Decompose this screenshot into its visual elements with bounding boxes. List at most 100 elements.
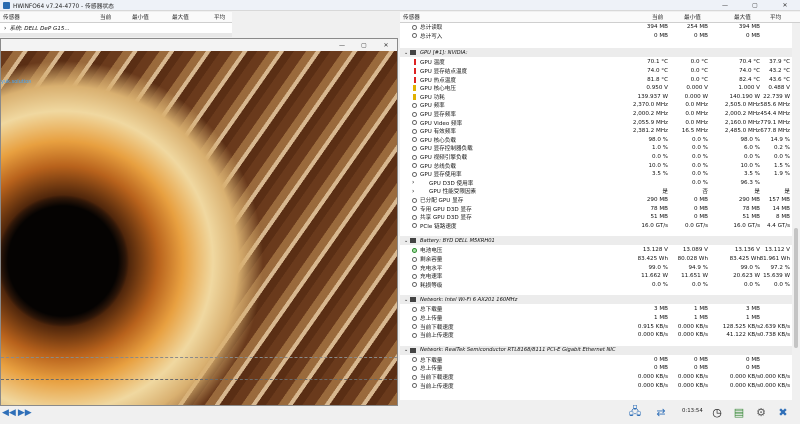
avg-value: 8 MB (775, 214, 790, 221)
sensor-row[interactable]: GPU 总线负载 10.0 % 0.0 % 10.0 % 1.5 % (400, 161, 792, 170)
min-value: 254 MB (686, 24, 708, 31)
left-footer: ◀◀ ▶▶ (0, 406, 398, 424)
chevron-down-icon[interactable]: ⌄ (404, 50, 408, 56)
network-icon[interactable]: 🖧 (626, 403, 644, 421)
sensor-row[interactable]: 已分配 GPU 显存 290 MB 0 MB 290 MB 157 MB (400, 196, 792, 205)
clock-icon[interactable]: ◷ (708, 403, 726, 421)
sensor-row[interactable]: PCIe 链路速度 16.0 GT/s 0.0 GT/s 16.0 GT/s 4.4 G… (400, 222, 792, 231)
sensor-label: GPU 总线负载 (420, 163, 456, 170)
sensor-row[interactable]: 总下载量 3 MB 1 MB 3 MB (400, 305, 792, 314)
sensor-row[interactable]: 专用 GPU D3D 显存 78 MB 0 MB 78 MB 14 MB (400, 204, 792, 213)
sensor-row[interactable]: 电池电压 13.128 V 13.089 V 13.136 V 13.112 V (400, 246, 792, 255)
header-avg[interactable]: 平均 (770, 13, 781, 21)
max-value: 3 MB (745, 306, 760, 313)
sensor-row[interactable]: 总下载量 0 MB 0 MB 0 MB (400, 356, 792, 365)
scrollbar-thumb[interactable] (794, 228, 798, 348)
min-value: 1 MB (693, 315, 708, 322)
sensor-row[interactable]: GPU 显存使用率 3.5 % 0.0 % 3.5 % 1.9 % (400, 170, 792, 179)
settings-icon[interactable]: ⚙ (752, 403, 770, 421)
overlay-close-button[interactable]: ✕ (375, 42, 397, 49)
chevron-down-icon[interactable]: ⌄ (404, 238, 408, 244)
min-value: 0 MB (693, 214, 708, 221)
rewind-icon[interactable]: ◀◀ (2, 408, 16, 418)
sensor-label: 耗损等级 (420, 282, 443, 289)
sensor-group-header[interactable]: ⌄ Network: RealTek Semiconductor RTL8168/… (400, 345, 792, 355)
min-value: 0 MB (693, 365, 708, 372)
window-title: HWiNFO64 v7.24-4770 - 传感器状态 (13, 3, 114, 10)
sensor-row[interactable]: GPU Video 频率 2,055.9 MHz 0.0 MHz 2,160.0 MH… (400, 118, 792, 127)
sensor-row[interactable]: 充电速率 11.662 W 11.651 W 20.623 W 15.639 W (400, 272, 792, 281)
chevron-right-icon[interactable]: › (412, 188, 414, 195)
overlay-minimize-button[interactable]: — (331, 42, 353, 49)
min-value: 0.0 °C (690, 76, 708, 83)
sensor-row[interactable]: GPU 频率 2,370.0 MHz 0.0 MHz 2,505.0 MHz 585.6… (400, 101, 792, 110)
sensor-label: 当前上传速度 (420, 383, 454, 390)
header-min[interactable]: 最小值 (132, 13, 149, 21)
sensor-row[interactable]: 总上传量 0 MB 0 MB 0 MB (400, 364, 792, 373)
header-max[interactable]: 最大值 (172, 13, 189, 21)
network-share-icon[interactable]: ⇄ (652, 403, 670, 421)
sensor-group-header[interactable]: ⌄ GPU [#1]: NVIDIA: (400, 48, 792, 58)
max-value: 0 MB (745, 356, 760, 363)
avg-value: 22.739 W (763, 93, 790, 100)
sensor-row[interactable]: 总上传量 1 MB 1 MB 1 MB (400, 314, 792, 323)
sensor-row[interactable]: GPU 核心电压 0.950 V 0.000 V 1.000 V 0.488 V (400, 84, 792, 93)
sensor-row[interactable]: 当前下载速度 0.000 KB/s 0.000 KB/s 0.000 KB/s 0.00… (400, 373, 792, 382)
close-icon[interactable]: ✖ (774, 403, 792, 421)
sensor-row[interactable]: › GPU D3D 使用率 0.0 % 96.3 % (400, 179, 792, 188)
sensor-row[interactable]: 共享 GPU D3D 显存 51 MB 0 MB 51 MB 8 MB (400, 213, 792, 222)
min-value: 0.0 % (692, 179, 708, 186)
min-value: 0.0 % (692, 154, 708, 161)
sensor-row[interactable]: 耗损等级 0.0 % 0.0 % 0.0 % 0.0 % (400, 281, 792, 290)
header-sensor[interactable]: 传感器 (3, 13, 20, 21)
forward-icon[interactable]: ▶▶ (18, 408, 32, 418)
sensor-row[interactable]: GPU 热点温度 81.8 °C 0.0 °C 82.4 °C 43.6 °C (400, 75, 792, 84)
chevron-right-icon[interactable]: › (412, 179, 414, 186)
header-avg[interactable]: 平均 (214, 13, 225, 21)
sensor-row[interactable]: 当前上传速度 0.000 KB/s 0.000 KB/s 41.122 KB/s 0.7… (400, 331, 792, 340)
eye-fractal-image (1, 51, 397, 405)
sensor-row[interactable]: GPU 显存频率 2,000.2 MHz 0.0 MHz 2,000.2 MHz 454… (400, 110, 792, 119)
overlay-maximize-button[interactable]: ▢ (353, 42, 375, 49)
sensor-group-header[interactable]: ⌄ Network: Intel Wi-Fi 6 AX201 160MHz (400, 295, 792, 305)
chevron-right-icon[interactable]: › (4, 25, 6, 32)
scrollbar[interactable] (792, 23, 800, 400)
maximize-button[interactable]: ▢ (740, 0, 770, 11)
sensor-row[interactable]: 充电水平 99.0 % 94.9 % 99.0 % 97.2 % (400, 263, 792, 272)
sensor-row[interactable]: 当前上传速度 0.000 KB/s 0.000 KB/s 0.000 KB/s 0.00… (400, 381, 792, 390)
min-value: 13.089 V (682, 247, 708, 254)
avg-value: 43.6 °C (769, 76, 790, 83)
sensor-row[interactable]: GPU 视频引擎负载 0.0 % 0.0 % 0.0 % 0.0 % (400, 153, 792, 162)
minimize-button[interactable]: — (710, 0, 740, 11)
sensor-row[interactable]: GPU 功耗 139.937 W 0.000 W 140.190 W 22.739 W (400, 93, 792, 102)
sensor-label: 总上传量 (420, 316, 443, 323)
sensor-row[interactable]: GPU 显存控制器负载 1.0 % 0.0 % 6.0 % 0.2 % (400, 144, 792, 153)
sensor-row[interactable]: 总计写入 0 MB 0 MB 0 MB (400, 32, 792, 41)
header-max[interactable]: 最大值 (734, 13, 751, 21)
max-value: 96.3 % (740, 179, 760, 186)
avg-value: 15.639 W (763, 273, 790, 280)
chevron-down-icon[interactable]: ⌄ (404, 297, 408, 303)
sensor-row[interactable]: 剩余容量 83.425 Wh 80.028 Wh 83.425 Wh 81.961 Wh (400, 255, 792, 264)
report-icon[interactable]: ▤ (730, 403, 748, 421)
avg-value: 0.0 % (774, 281, 790, 288)
sensor-row[interactable]: GPU 核心负载 98.0 % 0.0 % 98.0 % 14.9 % (400, 136, 792, 145)
header-min[interactable]: 最小值 (684, 13, 701, 21)
sensor-row[interactable]: GPU 显存结点温度 74.0 °C 0.0 °C 74.0 °C 43.2 °C (400, 67, 792, 76)
sensor-row[interactable]: › GPU 性能受限因素是否是是 (400, 187, 792, 196)
sensor-group-header[interactable]: ⌄ Battery: BYD DELL M5KRH01 (400, 236, 792, 246)
sensor-label: 共享 GPU D3D 显存 (420, 215, 472, 222)
header-current[interactable]: 当前 (652, 13, 663, 21)
header-sensor[interactable]: 传感器 (403, 13, 420, 21)
sensor-row[interactable]: GPU 温度 70.1 °C 0.0 °C 70.4 °C 37.9 °C (400, 58, 792, 67)
sensor-row[interactable]: GPU 有效频率 2,381.2 MHz 16.5 MHz 2,485.0 MHz 67… (400, 127, 792, 136)
tree-item-system[interactable]: › 系统: DELL DeP G15... (0, 23, 232, 33)
sensor-row[interactable]: 当前下载速度 0.915 KB/s 0.000 KB/s 128.525 KB/s 2.… (400, 322, 792, 331)
left-sensor-pane: › 系统: DELL DeP G15... (0, 23, 232, 37)
lightning-icon (413, 93, 416, 100)
avg-value: 1.5 % (774, 162, 790, 169)
close-button[interactable]: ✕ (770, 0, 800, 11)
sensor-row[interactable]: 总计读取 394 MB 254 MB 394 MB (400, 23, 792, 32)
chevron-down-icon[interactable]: ⌄ (404, 347, 408, 353)
header-current[interactable]: 当前 (100, 13, 111, 21)
